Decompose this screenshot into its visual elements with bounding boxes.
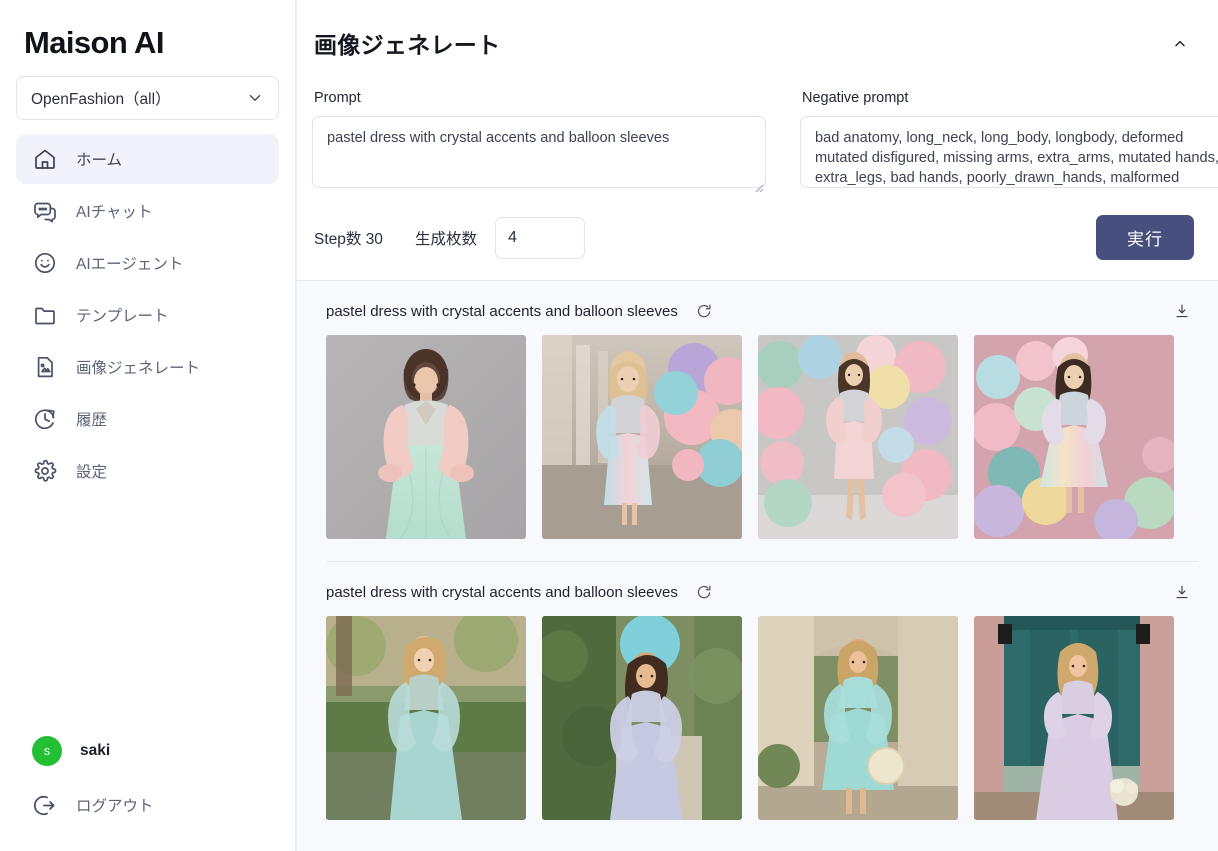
result-header: pastel dress with crystal accents and ba… [326, 281, 1198, 335]
brand-logo: Maison AI [0, 0, 295, 76]
sidebar-item-label: テンプレート [76, 304, 169, 326]
sidebar: Maison AI OpenFashion（all） ホーム AIチャット [0, 0, 296, 851]
sidebar-item-image-generate[interactable]: 画像ジェネレート [16, 342, 279, 392]
sidebar-item-ai-chat[interactable]: AIチャット [16, 186, 279, 236]
refresh-icon[interactable] [694, 582, 714, 602]
sidebar-item-label: AIチャット [76, 200, 153, 222]
result-thumbnails [326, 616, 1198, 820]
sidebar-item-label: ホーム [76, 148, 122, 170]
main-content: 画像ジェネレート Prompt Negative prompt [296, 0, 1218, 851]
refresh-icon[interactable] [694, 301, 714, 321]
sidebar-item-label: AIエージェント [76, 252, 183, 274]
logout-label: ログアウト [76, 794, 154, 816]
image-count-label: 生成枚数 [415, 227, 477, 249]
logout-button[interactable]: ログアウト [0, 777, 295, 833]
sidebar-item-template[interactable]: テンプレート [16, 290, 279, 340]
download-icon[interactable] [1172, 582, 1192, 602]
result-block: pastel dress with crystal accents and ba… [296, 281, 1218, 539]
generated-image[interactable] [326, 616, 526, 820]
negative-prompt-field-group: Negative prompt [800, 90, 1218, 193]
sidebar-item-label: 画像ジェネレート [76, 356, 200, 378]
generated-image[interactable] [326, 335, 526, 539]
home-icon [32, 146, 58, 172]
sidebar-item-ai-agent[interactable]: AIエージェント [16, 238, 279, 288]
generated-image[interactable] [542, 335, 742, 539]
negative-prompt-input[interactable] [800, 116, 1218, 188]
tenant-select-value: OpenFashion（all） [31, 87, 171, 109]
result-thumbnails [326, 335, 1198, 539]
sidebar-nav: ホーム AIチャット AIエージェント テンプレート [0, 134, 295, 496]
panel-header: 画像ジェネレート [312, 26, 1194, 60]
sidebar-item-label: 設定 [76, 460, 107, 482]
prompt-fields: Prompt Negative prompt [312, 90, 1194, 193]
app-root: Maison AI OpenFashion（all） ホーム AIチャット [0, 0, 1218, 851]
user-name: saki [80, 742, 110, 760]
result-title: pastel dress with crystal accents and ba… [326, 303, 678, 320]
negative-prompt-label: Negative prompt [800, 90, 1218, 106]
prompt-label: Prompt [312, 90, 766, 106]
step-count-label: Step数 30 [314, 227, 383, 249]
sidebar-item-history[interactable]: 履歴 [16, 394, 279, 444]
result-header: pastel dress with crystal accents and ba… [326, 562, 1198, 616]
download-icon[interactable] [1172, 301, 1192, 321]
chat-bubble-icon [32, 198, 58, 224]
history-clock-icon [32, 406, 58, 432]
result-block: pastel dress with crystal accents and ba… [296, 562, 1218, 820]
prompt-input-wrap [312, 116, 766, 193]
tenant-select[interactable]: OpenFashion（all） [16, 76, 279, 120]
generated-image[interactable] [542, 616, 742, 820]
generation-controls: Step数 30 生成枚数 実行 [312, 215, 1194, 260]
generated-image[interactable] [758, 335, 958, 539]
generated-image[interactable] [974, 335, 1174, 539]
sidebar-spacer [0, 496, 295, 725]
smiley-face-icon [32, 250, 58, 276]
run-button[interactable]: 実行 [1096, 215, 1194, 260]
chevron-down-icon [246, 89, 264, 107]
generated-image[interactable] [758, 616, 958, 820]
page-title: 画像ジェネレート [312, 26, 500, 60]
chevron-up-icon[interactable] [1166, 30, 1194, 58]
sidebar-item-label: 履歴 [76, 408, 107, 430]
generated-image[interactable] [974, 616, 1174, 820]
sidebar-item-home[interactable]: ホーム [16, 134, 279, 184]
image-count-input[interactable] [495, 217, 585, 259]
negative-prompt-input-wrap [800, 116, 1218, 193]
gear-icon [32, 458, 58, 484]
logout-icon [32, 792, 58, 818]
image-generate-panel: 画像ジェネレート Prompt Negative prompt [296, 0, 1218, 281]
result-title: pastel dress with crystal accents and ba… [326, 584, 678, 601]
folder-icon [32, 302, 58, 328]
results-list: pastel dress with crystal accents and ba… [296, 281, 1218, 851]
image-file-icon [32, 354, 58, 380]
sidebar-item-settings[interactable]: 設定 [16, 446, 279, 496]
prompt-field-group: Prompt [312, 90, 766, 193]
avatar: s [32, 736, 62, 766]
user-profile[interactable]: s saki [0, 725, 295, 777]
prompt-input[interactable] [312, 116, 766, 188]
